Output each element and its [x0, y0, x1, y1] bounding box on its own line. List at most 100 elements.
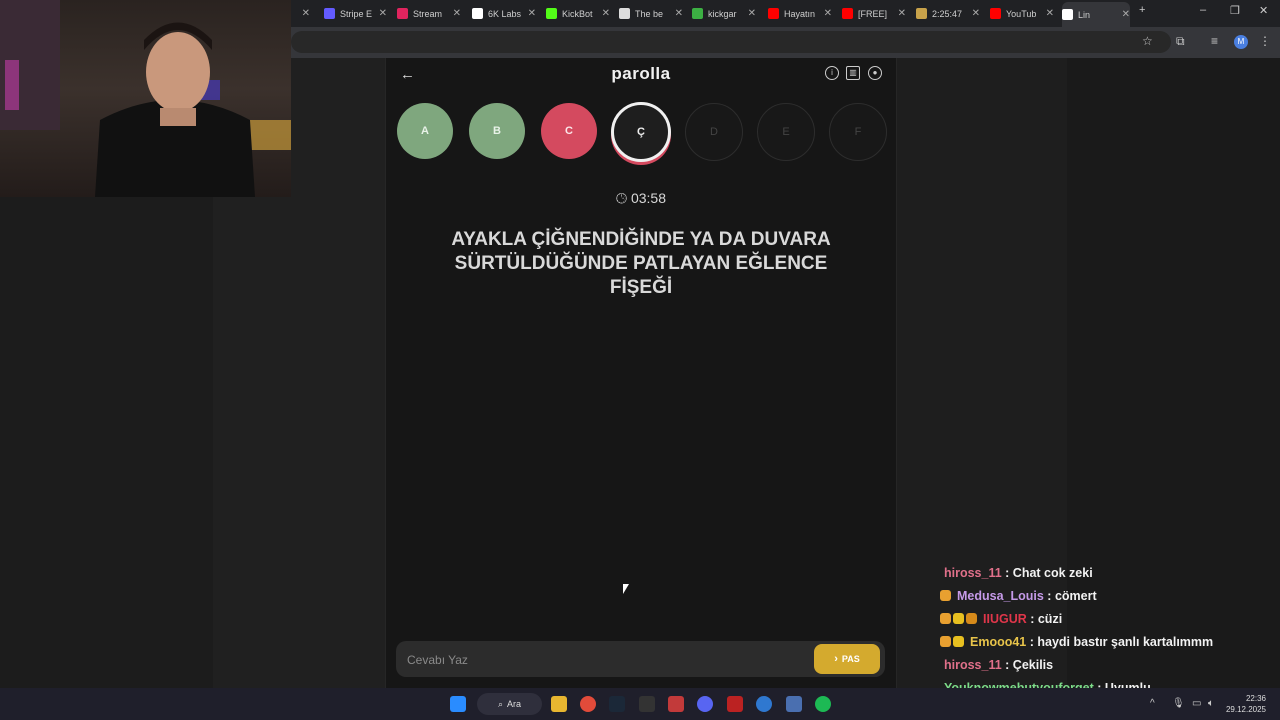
tab-favicon-icon	[990, 8, 1001, 19]
letter-circle-wrong: C	[541, 103, 597, 159]
tab-close-icon[interactable]: ✕	[675, 8, 683, 19]
taskbar-search[interactable]: ⌕ Ara	[477, 693, 542, 715]
tab-title: Lin	[1078, 9, 1091, 20]
browser-tab[interactable]: 2:25:47 ✕	[916, 4, 980, 23]
extensions-icon[interactable]: ⧉	[1176, 34, 1185, 49]
tab-title: The be	[635, 8, 664, 19]
chat-badge-icon	[940, 636, 951, 647]
tab-close-icon[interactable]: ✕	[302, 8, 310, 19]
tab-close-icon[interactable]: ✕	[898, 8, 906, 19]
chat-username: hiross_11	[944, 657, 1002, 672]
search-label: Ara	[507, 699, 522, 709]
chat-text: Chat cok zeki	[1012, 565, 1093, 580]
webcam-image	[0, 0, 291, 197]
tab-favicon-icon	[472, 8, 483, 19]
chrome-icon[interactable]	[580, 696, 596, 712]
browser-tab[interactable]: 6K Labs ✕	[472, 4, 536, 23]
chrome-profile-icon[interactable]	[756, 696, 772, 712]
taskbar-clock[interactable]: 22:36 29.12.2025	[1226, 693, 1266, 715]
spotify-icon[interactable]	[815, 696, 831, 712]
minimize-icon[interactable]: –	[1200, 4, 1206, 16]
browser-tab[interactable]: Stripe E ✕	[324, 4, 387, 23]
user-icon[interactable]: ●	[868, 66, 882, 80]
answer-input[interactable]	[405, 649, 799, 671]
tray-chevron-icon[interactable]: ^	[1150, 698, 1155, 709]
profile-avatar[interactable]: M	[1234, 35, 1248, 49]
letter-circle-current: Ç	[611, 102, 671, 162]
chat-separator: :	[1026, 611, 1038, 626]
browser-tab[interactable]: kickgar ✕	[692, 4, 756, 23]
network-icon[interactable]: ▭	[1192, 698, 1201, 709]
tab-title: KickBot	[562, 8, 593, 19]
tab-title: Hayatın	[784, 8, 816, 19]
chat-text: Çekilis	[1012, 657, 1054, 672]
chat-separator: :	[1001, 657, 1013, 672]
microphone-icon[interactable]: 🎙︎	[1172, 698, 1185, 709]
chat-message: IIUGUR : cüzi	[940, 607, 1280, 630]
chevron-right-icon: ›	[834, 653, 838, 665]
info-icon[interactable]: i	[825, 66, 839, 80]
tab-favicon-icon	[692, 8, 703, 19]
chat-badge-icon	[953, 636, 964, 647]
restore-icon[interactable]: ❐	[1230, 4, 1240, 17]
streamer-app-icon[interactable]	[727, 696, 743, 712]
timer: 🕒︎ 03:58	[386, 190, 896, 207]
tab-favicon-icon	[619, 8, 630, 19]
tab-title: 6K Labs	[488, 8, 522, 19]
steam-icon[interactable]	[609, 696, 625, 712]
tab-close-icon[interactable]: ✕	[1122, 9, 1130, 20]
chat-separator: :	[1043, 588, 1055, 603]
stats-icon[interactable]: ▥	[846, 66, 860, 80]
address-bar[interactable]	[291, 31, 1171, 53]
tab-close-icon[interactable]: ✕	[748, 8, 756, 19]
tab-close-icon[interactable]: ✕	[453, 8, 461, 19]
tab-title: kickgar	[708, 8, 737, 19]
answer-bar: › PAS	[396, 641, 885, 677]
tab-close-icon[interactable]: ✕	[972, 8, 980, 19]
browser-tab[interactable]: The be ✕	[619, 4, 683, 23]
chat-text: cömert	[1054, 588, 1097, 603]
clock-time: 22:36	[1245, 694, 1266, 703]
windows-start-icon[interactable]	[450, 696, 466, 712]
tab-close-icon[interactable]: ✕	[824, 8, 832, 19]
volume-icon[interactable]: 🔈︎	[1208, 698, 1214, 709]
chat-username: IIUGUR	[983, 611, 1027, 626]
chat-separator: :	[1026, 634, 1038, 649]
tab-title: Stripe E	[340, 8, 373, 19]
bookmark-star-icon[interactable]: ☆	[1142, 34, 1153, 48]
browser-tab[interactable]: [FREE] ✕	[842, 4, 906, 23]
browser-tab[interactable]: Lin ✕	[1062, 2, 1130, 27]
letter-circle-correct: A	[397, 103, 453, 159]
tab-close-icon[interactable]: ✕	[1046, 8, 1054, 19]
browser-tab[interactable]: Stream ✕	[397, 4, 461, 23]
mouse-cursor	[623, 584, 629, 594]
browser-tab[interactable]: Hayatın ✕	[768, 4, 832, 23]
pass-button[interactable]: › PAS	[814, 644, 880, 674]
letter-circle-correct: B	[469, 103, 525, 159]
epic-games-icon[interactable]	[639, 696, 655, 712]
tab-favicon-icon	[1062, 9, 1073, 20]
parolla-game: ← parolla i ▥ ● ABCÇDEF 🕒︎ 03:58 AYAKLA …	[385, 58, 897, 688]
new-tab-button[interactable]: +	[1139, 4, 1145, 16]
chat-message: Medusa_Louis : cömert	[940, 584, 1280, 607]
chat-badge-icon	[966, 613, 977, 624]
clock-icon: 🕒︎	[615, 190, 628, 206]
tab-close-icon[interactable]: ✕	[602, 8, 610, 19]
chat-message: Emooo41 : haydi bastır şanlı kartalımmm	[940, 630, 1280, 653]
chat-text: haydi bastır şanlı kartalımmm	[1037, 634, 1214, 649]
app-icon[interactable]	[668, 696, 684, 712]
file-explorer-icon[interactable]	[551, 696, 567, 712]
discord-icon[interactable]	[697, 696, 713, 712]
app-2-icon[interactable]	[786, 696, 802, 712]
tab-close-icon[interactable]: ✕	[528, 8, 536, 19]
browser-tab[interactable]: KickBot ✕	[546, 4, 610, 23]
chat-separator: :	[1001, 565, 1013, 580]
letter-circle-empty: D	[685, 103, 743, 161]
media-control-icon[interactable]: ≡	[1211, 34, 1218, 48]
browser-tab[interactable]: YouTub ✕	[990, 4, 1054, 23]
close-window-icon[interactable]: ✕	[1259, 4, 1268, 17]
tab-title: Stream	[413, 8, 443, 19]
page-title: parolla	[611, 64, 671, 83]
tab-close-icon[interactable]: ✕	[379, 8, 387, 19]
menu-dots-icon[interactable]: ⋮	[1259, 34, 1271, 48]
